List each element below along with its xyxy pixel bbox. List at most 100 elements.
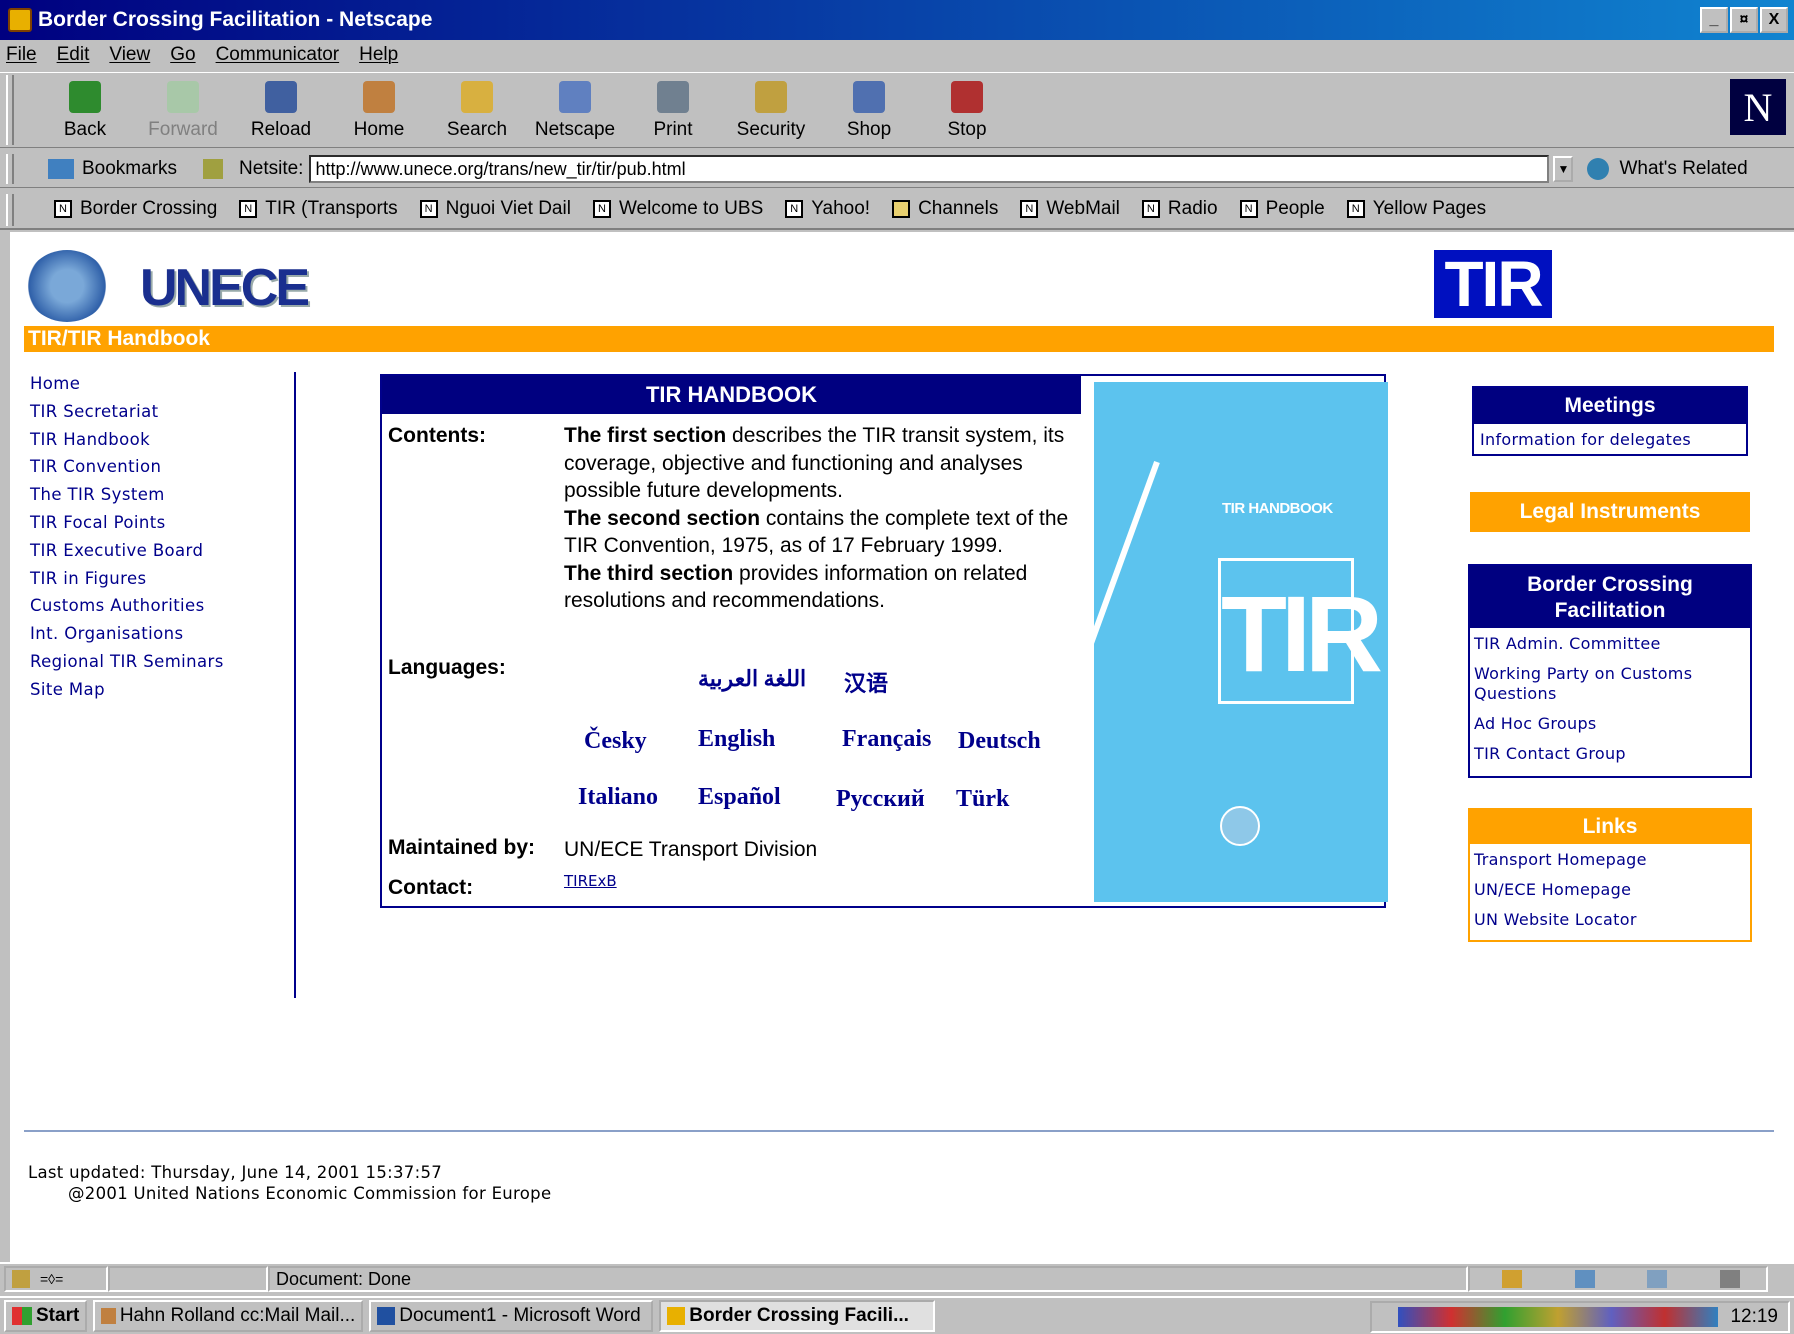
- menu-go[interactable]: Go: [170, 44, 195, 66]
- stop-button[interactable]: Stop: [918, 73, 1016, 145]
- forward-button[interactable]: Forward: [134, 73, 232, 145]
- transport-homepage-link[interactable]: Transport Homepage: [1470, 844, 1750, 870]
- nav-int-organisations[interactable]: Int. Organisations: [30, 620, 224, 648]
- minimize-button[interactable]: _: [1700, 7, 1728, 33]
- nav-customs-authorities[interactable]: Customs Authorities: [30, 592, 224, 620]
- nav-home[interactable]: Home: [30, 370, 224, 398]
- cover-title: TIR HANDBOOK: [1222, 500, 1333, 517]
- bookmark-radio[interactable]: N Radio: [1141, 198, 1218, 220]
- tir-admin-link[interactable]: TIR Admin. Committee: [1470, 628, 1750, 654]
- window-title-bar[interactable]: Border Crossing Facilitation - Netscape …: [0, 0, 1794, 40]
- home-icon: [363, 81, 395, 113]
- start-button[interactable]: Start: [4, 1300, 88, 1332]
- nav-tir-in-figures[interactable]: TIR in Figures: [30, 565, 224, 593]
- tray-icons[interactable]: [1398, 1307, 1719, 1327]
- page-icon: N: [592, 200, 611, 218]
- navigator-icon[interactable]: [1502, 1270, 1523, 1288]
- bookmark-webmail[interactable]: N WebMail: [1020, 198, 1120, 220]
- legal-instruments-button[interactable]: Legal Instruments: [1470, 492, 1750, 532]
- nav-site-map[interactable]: Site Map: [30, 676, 224, 704]
- lang-english-link[interactable]: English: [698, 726, 775, 753]
- meetings-box: Meetings Information for delegates: [1472, 386, 1748, 456]
- tir-contact-group-link[interactable]: TIR Contact Group: [1470, 734, 1750, 764]
- home-button[interactable]: Home: [330, 73, 428, 145]
- lang-turkish-link[interactable]: Türk: [956, 786, 1009, 813]
- task-ccmail[interactable]: Hahn Rolland cc:Mail Mail...: [93, 1300, 364, 1332]
- window-title: Border Crossing Facilitation - Netscape: [38, 8, 433, 31]
- lang-french-link[interactable]: Français: [842, 726, 931, 753]
- discussions-icon[interactable]: [1647, 1270, 1668, 1288]
- lang-german-link[interactable]: Deutsch: [958, 728, 1041, 755]
- location-icon[interactable]: [203, 158, 224, 179]
- menu-communicator[interactable]: Communicator: [216, 44, 340, 66]
- task-netscape[interactable]: Border Crossing Facili...: [659, 1300, 936, 1332]
- bookmark-nguoi-viet[interactable]: N Nguoi Viet Dail: [419, 198, 571, 220]
- shop-button[interactable]: Shop: [820, 73, 918, 145]
- section2-heading: The second section: [564, 506, 761, 530]
- security-button[interactable]: Security: [722, 73, 820, 145]
- personal-grip[interactable]: [6, 194, 14, 226]
- bookmark-welcome-ubs[interactable]: N Welcome to UBS: [592, 198, 763, 220]
- info-delegates-link[interactable]: Information for delegates: [1474, 424, 1746, 455]
- handbook-cover-image[interactable]: TIR HANDBOOK TIR: [1065, 382, 1388, 902]
- menu-file[interactable]: File: [6, 44, 37, 66]
- url-field[interactable]: http://www.unece.org/trans/new_tir/tir/p…: [309, 154, 1550, 183]
- maximize-button[interactable]: ¤: [1730, 7, 1758, 33]
- lang-russian-link[interactable]: Русский: [836, 786, 925, 813]
- toolbar-grip[interactable]: [6, 75, 14, 145]
- bookmark-border-crossing[interactable]: N Border Crossing: [54, 198, 217, 220]
- bookmark-people[interactable]: N People: [1239, 198, 1325, 220]
- my-netscape-icon: [559, 81, 591, 113]
- lang-arabic-link[interactable]: اللغة العربية: [698, 666, 806, 692]
- nav-tir-focal-points[interactable]: TIR Focal Points: [30, 509, 224, 537]
- page-icon: N: [1141, 200, 1160, 218]
- bookmarks-button[interactable]: Bookmarks: [82, 158, 177, 180]
- whats-related-button[interactable]: What's Related: [1619, 158, 1747, 180]
- lang-italian-link[interactable]: Italiano: [578, 784, 658, 811]
- security-status-icon[interactable]: =◊=: [4, 1266, 108, 1292]
- search-button[interactable]: Search: [428, 73, 526, 145]
- menu-bar: File Edit View Go Communicator Help: [0, 40, 1794, 70]
- page-icon: N: [1020, 200, 1039, 218]
- contact-link[interactable]: TIRExB: [564, 872, 617, 890]
- netscape-logo[interactable]: N: [1730, 79, 1786, 135]
- working-party-link[interactable]: Working Party on Customs Questions: [1470, 654, 1740, 704]
- menu-edit[interactable]: Edit: [57, 44, 90, 66]
- back-button[interactable]: Back: [36, 73, 134, 145]
- clock[interactable]: 12:19: [1730, 1306, 1778, 1328]
- mail-icon: [101, 1308, 116, 1324]
- location-grip[interactable]: [6, 154, 14, 184]
- unece-logo-text[interactable]: UNECE: [140, 258, 310, 318]
- print-button[interactable]: Print: [624, 73, 722, 145]
- nav-tir-executive-board[interactable]: TIR Executive Board: [30, 537, 224, 565]
- bookmark-channels[interactable]: Channels: [892, 198, 998, 220]
- unece-homepage-link[interactable]: UN/ECE Homepage: [1470, 870, 1750, 900]
- url-dropdown-button[interactable]: ▼: [1553, 155, 1574, 182]
- nav-regional-seminars[interactable]: Regional TIR Seminars: [30, 648, 224, 676]
- mail-icon[interactable]: [1574, 1270, 1595, 1288]
- close-button[interactable]: X: [1760, 7, 1788, 33]
- netscape-button[interactable]: Netscape: [526, 73, 624, 145]
- bookmark-tir-transports[interactable]: N TIR (Transports: [239, 198, 398, 220]
- nav-tir-convention[interactable]: TIR Convention: [30, 453, 224, 481]
- nav-tir-system[interactable]: The TIR System: [30, 481, 224, 509]
- menu-view[interactable]: View: [109, 44, 150, 66]
- footer: Last updated: Thursday, June 14, 2001 15…: [28, 1162, 551, 1204]
- un-emblem-logo[interactable]: [26, 250, 108, 322]
- lang-spanish-link[interactable]: Español: [698, 784, 781, 811]
- lang-czech-link[interactable]: Česky: [584, 728, 647, 755]
- un-website-locator-link[interactable]: UN Website Locator: [1470, 900, 1750, 930]
- languages-label: Languages:: [388, 656, 506, 679]
- tir-logo[interactable]: TIR: [1434, 250, 1552, 318]
- composer-icon[interactable]: [1719, 1270, 1740, 1288]
- reload-button[interactable]: Reload: [232, 73, 330, 145]
- navigation-toolbar: Back Forward Reload Home Search Netscape…: [0, 72, 1794, 148]
- bookmark-yellow-pages[interactable]: N Yellow Pages: [1346, 198, 1486, 220]
- task-word[interactable]: Document1 - Microsoft Word: [369, 1300, 654, 1332]
- lang-chinese-link[interactable]: 汉语: [844, 666, 888, 698]
- ad-hoc-groups-link[interactable]: Ad Hoc Groups: [1470, 704, 1750, 734]
- menu-help[interactable]: Help: [359, 44, 398, 66]
- bookmark-yahoo[interactable]: N Yahoo!: [785, 198, 870, 220]
- nav-tir-secretariat[interactable]: TIR Secretariat: [30, 398, 224, 426]
- nav-tir-handbook[interactable]: TIR Handbook: [30, 426, 224, 454]
